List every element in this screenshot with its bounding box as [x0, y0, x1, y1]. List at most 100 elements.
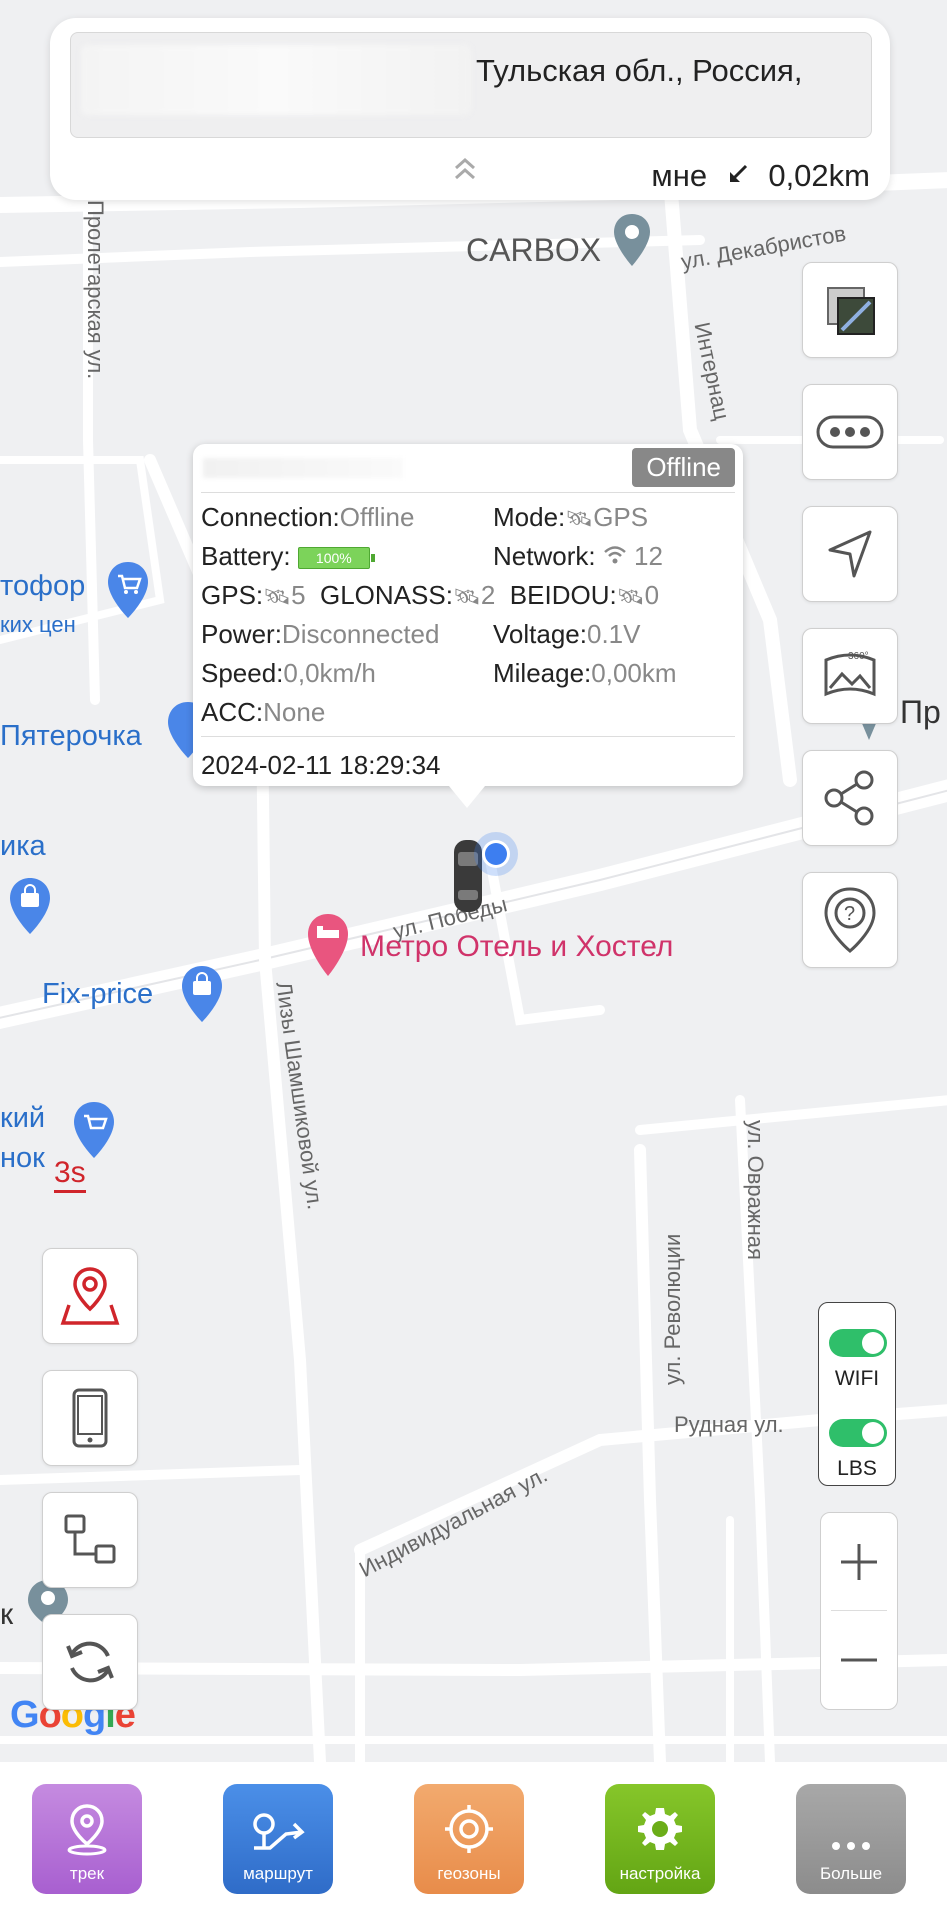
poi-k[interactable]: к [0, 1598, 13, 1632]
nav-more-button[interactable]: Больше [796, 1784, 906, 1894]
zoom-out-button[interactable] [821, 1611, 897, 1708]
satellite-icon: 🛰 [616, 584, 645, 609]
nav-track-button[interactable]: трек [32, 1784, 142, 1894]
map-type-button[interactable] [802, 262, 898, 358]
connection-row: Connection:Offline [201, 502, 414, 533]
device-location-button[interactable] [42, 1248, 138, 1344]
connection-label: Connection: [201, 502, 340, 532]
power-label: Power: [201, 619, 282, 649]
shop-pin-icon [168, 702, 196, 758]
help-pin-icon: ? [824, 887, 876, 953]
lbs-label: LBS [837, 1457, 877, 1480]
poi-carbox[interactable]: CARBOX [466, 232, 601, 269]
wifi-toggle[interactable] [829, 1329, 887, 1357]
wifi-signal-icon [603, 546, 626, 564]
connection-value: Offline [339, 502, 415, 532]
poi-pri[interactable]: Пр [900, 694, 941, 731]
map-pin-icon [614, 214, 650, 266]
shop-pin-icon [108, 562, 148, 618]
beidou-value: 0 [644, 580, 660, 610]
status-badge: Offline [632, 448, 735, 487]
nav-route-button[interactable]: маршрут [223, 1784, 333, 1894]
more-dots-icon [832, 1842, 870, 1850]
mileage-value: 0,00km [591, 658, 677, 688]
share-button[interactable] [802, 750, 898, 846]
nav-more-label: Больше [819, 1864, 883, 1883]
route-icon [253, 1813, 305, 1850]
device-info-popup[interactable]: Offline Connection:Offline Mode:🛰GPS Bat… [193, 444, 743, 808]
street-label: ул. Революции [660, 1233, 685, 1385]
phone-location-button[interactable] [42, 1370, 138, 1466]
speed-row: Speed:0,0km/h [201, 658, 376, 689]
gear-icon [638, 1808, 682, 1850]
beidou-label: BEIDOU: [509, 580, 617, 610]
zoom-in-button[interactable] [821, 1513, 897, 1610]
network-row: Network: 12 [493, 541, 663, 572]
satellite-icon: 🛰 [452, 584, 481, 609]
nav-geofence-button[interactable]: геозоны [414, 1784, 524, 1894]
svg-text:?: ? [844, 903, 855, 925]
panorama-button[interactable]: 360° [802, 628, 898, 724]
gps-value: 5 [291, 580, 306, 610]
acc-label: ACC: [201, 697, 264, 727]
minus-icon [841, 1658, 877, 1661]
battery-icon: 100% [297, 547, 375, 570]
panorama-360-icon: 360° [824, 651, 876, 697]
ellipsis-icon [816, 415, 884, 449]
navigation-arrow-icon [828, 530, 872, 578]
navigate-button[interactable] [802, 506, 898, 602]
poi-nok[interactable]: нок [0, 1142, 45, 1175]
phone-icon [72, 1388, 108, 1448]
poi-metro-hotel[interactable]: Метро Отель и Хостел [360, 930, 673, 964]
shop-pin-icon [74, 1102, 114, 1158]
voltage-label: Voltage: [493, 619, 587, 649]
power-row: Power:Disconnected [201, 619, 439, 650]
address-text: Тульская обл., Россия, [476, 53, 803, 88]
refresh-button[interactable] [42, 1614, 138, 1710]
share-icon [824, 770, 874, 826]
nav-settings-button[interactable]: настройка [605, 1784, 715, 1894]
map-layers-icon [827, 287, 875, 335]
shop-pin-icon [182, 966, 222, 1022]
glonass-label: GLONASS: [320, 580, 453, 610]
divider [201, 492, 735, 493]
poi-svetofor-sub: ких цен [0, 612, 76, 637]
poi-ika[interactable]: ика [0, 830, 46, 863]
poi-kiy[interactable]: кий [0, 1102, 45, 1135]
plus-icon [841, 1543, 877, 1580]
nav-geofence-label: геозоны [437, 1864, 501, 1883]
voltage-value: 0.1V [586, 619, 641, 649]
refresh-icon [66, 1641, 114, 1683]
wifi-label: WIFI [834, 1367, 880, 1390]
geofence-target-icon [445, 1805, 493, 1853]
more-options-button[interactable] [802, 384, 898, 480]
location-map-icon [60, 1267, 120, 1325]
distance-value: 0,02km [768, 158, 870, 193]
route-link-button[interactable] [42, 1492, 138, 1588]
connection-icon [64, 1514, 116, 1564]
hotel-pin-icon [308, 914, 348, 976]
power-value: Disconnected [281, 619, 440, 649]
help-button[interactable]: ? [802, 872, 898, 968]
poi-fixprice[interactable]: Fix-price [42, 978, 153, 1011]
battery-label: Battery: [201, 541, 291, 571]
address-card[interactable]: Тульская обл., Россия, мне 0,02km [50, 18, 890, 200]
acc-row: ACC:None [201, 697, 325, 728]
street-label: ул. Овражная [743, 1120, 768, 1260]
svg-text:360°: 360° [848, 651, 869, 662]
poi-svetofor[interactable]: тофор [0, 570, 85, 603]
mileage-label: Mileage: [493, 658, 592, 688]
nav-settings-label: настройка [619, 1864, 701, 1883]
nav-track-label: трек [69, 1864, 105, 1883]
chevron-up-icon[interactable] [452, 156, 478, 189]
street-label: Рудная ул. [674, 1412, 784, 1437]
speed-label: Speed: [201, 658, 284, 688]
location-source-switches: WIFI LBS [818, 1302, 896, 1486]
mode-label: Mode: [493, 502, 566, 532]
poi-pyaterochka[interactable]: Пятерочка [0, 720, 142, 753]
lbs-toggle[interactable] [829, 1419, 887, 1447]
network-label: Network: [493, 541, 596, 571]
address-box: Тульская обл., Россия, [70, 32, 872, 138]
divider [201, 736, 735, 737]
satellite-icon: 🛰 [263, 584, 292, 609]
